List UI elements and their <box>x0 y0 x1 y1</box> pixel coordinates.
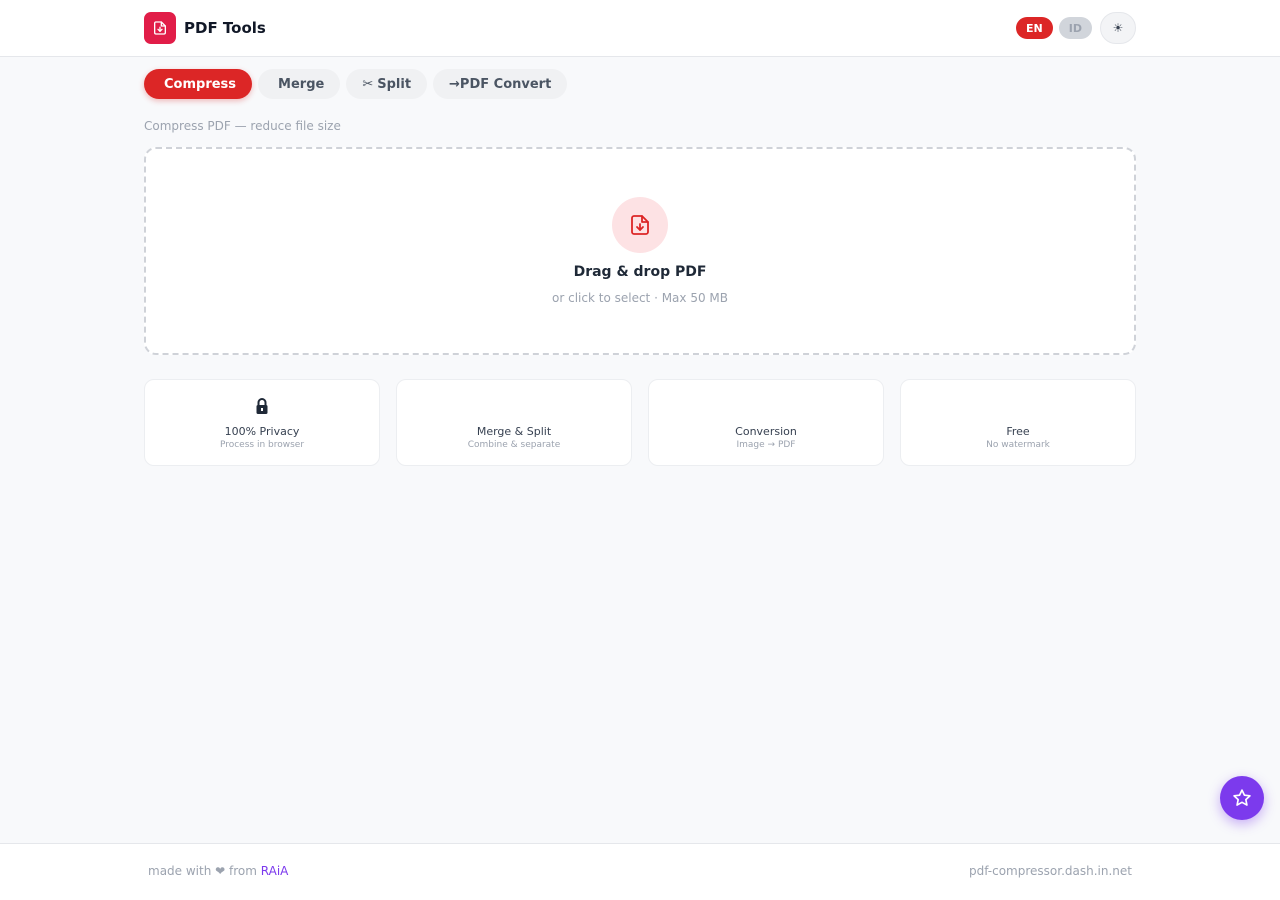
tab-split[interactable]: ✂ Split <box>346 69 428 99</box>
tool-tabs: Compress Merge ✂ Split →PDF Convert <box>144 69 573 99</box>
feature-subtitle: Process in browser <box>219 440 305 450</box>
header: PDF Tools EN ID ☀ <box>0 0 1280 57</box>
tab-label: Split <box>377 76 412 92</box>
dropzone-title: Drag & drop PDF <box>573 264 707 280</box>
feature-subtitle: No watermark <box>986 440 1050 450</box>
raia-link[interactable]: RAiA <box>261 864 289 878</box>
theme-toggle-button[interactable]: ☀ <box>1100 12 1136 44</box>
feature-card-conversion: Conversion Image → PDF <box>648 379 884 466</box>
feature-cards: 100% Privacy Process in browser Merge & … <box>144 379 1136 466</box>
pdf-download-icon <box>612 197 668 253</box>
dropzone-subtitle: or click to select · Max 50 MB <box>552 291 728 305</box>
pdf-file-icon <box>144 12 176 44</box>
tab-label: →PDF Convert <box>449 76 552 92</box>
footer: made with ❤ from RAiA pdf-compressor.das… <box>0 843 1280 900</box>
conversion-icon <box>649 394 883 418</box>
feature-subtitle: Combine & separate <box>467 440 561 450</box>
app-title: PDF Tools <box>184 19 266 37</box>
feature-title: 100% Privacy <box>224 425 300 438</box>
brand[interactable]: PDF Tools <box>144 12 266 44</box>
feature-title: Conversion <box>735 425 797 438</box>
tab-compress[interactable]: Compress <box>144 69 253 99</box>
tab-convert[interactable]: →PDF Convert <box>433 69 568 99</box>
footer-domain: pdf-compressor.dash.in.net <box>968 864 1132 878</box>
star-icon <box>1233 789 1251 806</box>
language-en-button[interactable]: EN <box>1016 17 1053 39</box>
footer-credit: made with ❤ from RAiA <box>148 864 288 878</box>
lock-icon <box>145 394 379 418</box>
feature-card-merge-split: Merge & Split Combine & separate <box>396 379 632 466</box>
feature-subtitle: Image → PDF <box>736 440 796 450</box>
sun-icon: ☀ <box>1112 21 1124 35</box>
scissors-icon: ✂ <box>362 76 374 92</box>
feature-title: Free <box>1006 425 1030 438</box>
merge-split-icon <box>397 394 631 418</box>
header-controls: EN ID ☀ <box>1016 12 1136 44</box>
pdf-dropzone[interactable]: Drag & drop PDF or click to select · Max… <box>144 147 1136 355</box>
feature-card-privacy: 100% Privacy Process in browser <box>144 379 380 466</box>
tab-label: Compress <box>164 76 237 92</box>
free-icon <box>901 394 1135 418</box>
language-id-button[interactable]: ID <box>1058 17 1092 39</box>
tab-merge[interactable]: Merge <box>258 69 341 99</box>
tab-label: Merge <box>278 76 325 92</box>
star-fab-button[interactable] <box>1220 776 1264 820</box>
feature-title: Merge & Split <box>476 425 552 438</box>
tool-subtitle: Compress PDF — reduce file size <box>144 119 341 133</box>
made-with-text: made with ❤ from <box>148 864 257 878</box>
feature-card-free: Free No watermark <box>900 379 1136 466</box>
